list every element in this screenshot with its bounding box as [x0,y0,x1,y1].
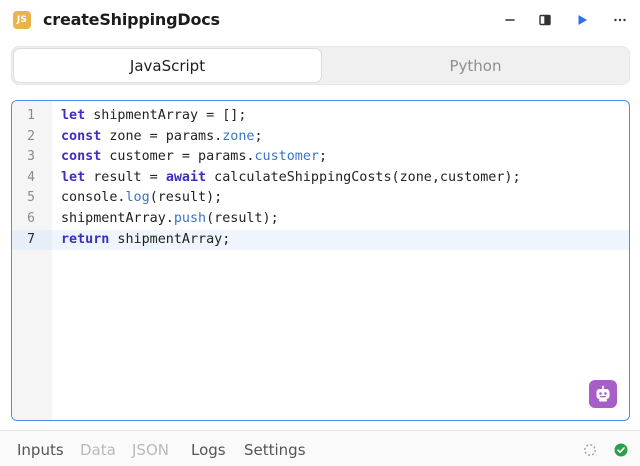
code-keyword: let [61,108,86,123]
line-number: 1 [27,108,35,123]
code-text: const zone = params.zone; [61,127,263,148]
code-property: customer [254,149,320,165]
code-line[interactable]: 5 console.log(result); [12,188,629,209]
code-token: shipmentArray = []; [85,108,247,123]
code-token: (result); [206,210,279,226]
code-line[interactable]: 1 let shipmentArray = []; [12,106,629,127]
line-number: 5 [27,190,35,206]
code-line[interactable]: 7 return shipmentArray; [12,229,629,251]
code-token: result = [85,169,166,185]
tab-javascript[interactable]: JavaScript [13,48,322,83]
line-number: 3 [27,149,35,165]
code-line[interactable]: 2 const zone = params.zone; [12,127,629,148]
language-tabs: JavaScript Python [11,46,630,85]
minimize-icon[interactable] [500,10,520,30]
code-token: shipmentArray; [109,231,231,247]
code-text: let result = await calculateShippingCost… [61,168,521,189]
tab-inputs[interactable]: Inputs [17,441,64,459]
code-text: return shipmentArray; [61,230,230,251]
code-text: console.log(result); [61,188,222,209]
code-property: zone [222,128,255,144]
code-property: log [125,190,150,206]
code-token: zone = params. [101,128,223,144]
robot-assistant-icon [596,385,610,402]
line-number: 7 [12,229,52,251]
code-token: (result); [149,190,223,206]
tab-data: Data [80,441,116,459]
code-keyword: let [61,169,86,185]
code-keyword: await [165,169,207,185]
code-token: console. [61,190,126,206]
ai-assistant-button[interactable] [589,380,617,408]
tab-json: JSON [132,441,169,459]
code-token: ; [319,149,328,165]
code-text: let shipmentArray = []; [61,106,246,127]
code-token: calculateShippingCosts(zone,customer); [206,169,521,185]
code-token: customer = params. [101,149,255,165]
code-text: shipmentArray.push(result); [61,209,279,230]
code-line[interactable]: 6 shipmentArray.push(result); [12,209,629,230]
line-number: 6 [27,210,35,226]
line-number: 2 [27,128,35,144]
more-icon[interactable] [610,10,630,30]
code-line[interactable]: 3 const customer = params.customer; [12,147,629,168]
bottom-panel-tabs: Inputs Data JSON Logs Settings [0,430,640,466]
code-keyword: return [61,231,110,247]
split-panel-icon[interactable] [535,10,555,30]
tab-settings[interactable]: Settings [244,441,306,459]
code-keyword: const [61,149,102,165]
code-property: push [173,210,207,226]
code-token: ; [254,128,263,144]
success-check-icon [614,443,628,457]
app-header: JS createShippingDocs [0,0,640,40]
code-token: shipmentArray. [61,210,174,226]
javascript-badge-icon: JS [13,11,31,29]
code-keyword: const [61,128,102,144]
tab-logs[interactable]: Logs [191,441,226,459]
line-number: 4 [27,169,35,185]
page-title: createShippingDocs [43,10,220,29]
code-lines[interactable]: 1 let shipmentArray = []; 2 const zone = pa… [12,106,629,251]
tab-python[interactable]: Python [323,48,628,83]
code-line[interactable]: 4 let result = await calculateShippingCos… [12,168,629,189]
code-text: const customer = params.customer; [61,147,327,168]
code-editor[interactable]: 1 let shipmentArray = []; 2 const zone = pa… [11,100,630,421]
run-icon[interactable] [572,10,592,30]
loading-spinner-icon [583,443,597,457]
